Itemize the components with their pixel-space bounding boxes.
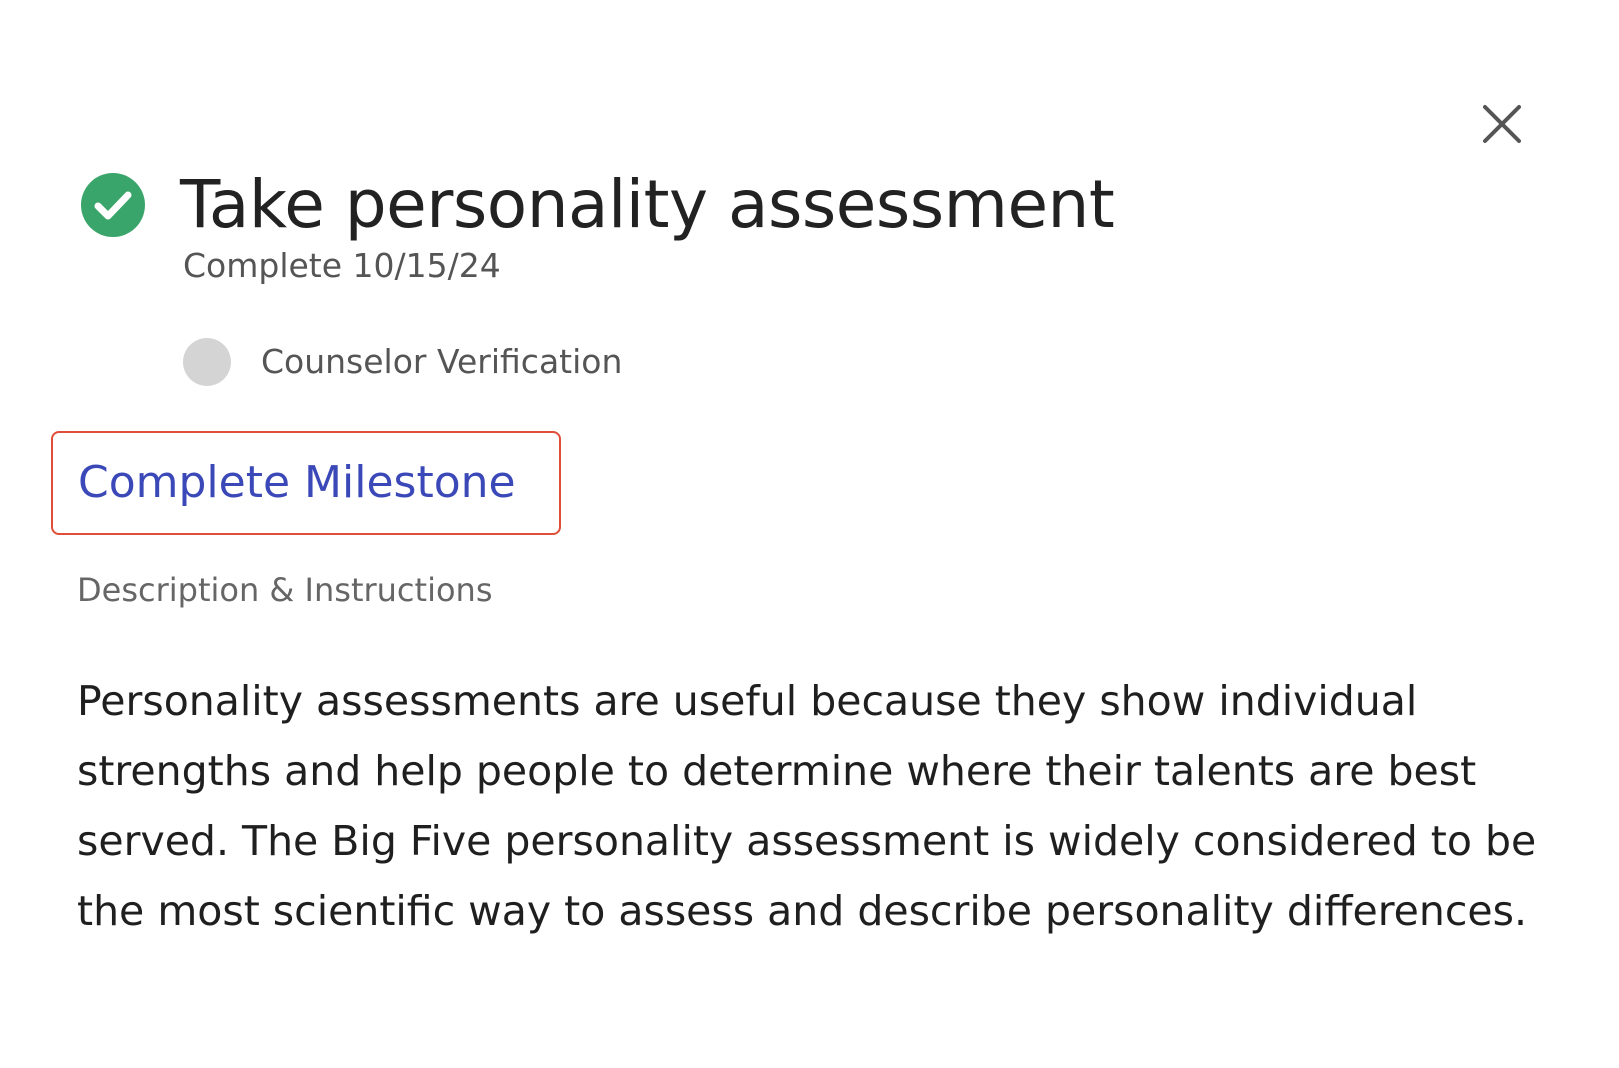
complete-milestone-label: Complete Milestone bbox=[78, 457, 516, 508]
milestone-title: Take personality assessment bbox=[180, 166, 1115, 243]
close-icon bbox=[1483, 105, 1521, 143]
title-row: Take personality assessment bbox=[80, 165, 1115, 245]
milestone-description: Personality assessments are useful becau… bbox=[77, 677, 1537, 935]
complete-milestone-button[interactable]: Complete Milestone bbox=[51, 431, 561, 535]
counselor-verification: Counselor Verification bbox=[183, 338, 622, 386]
close-button[interactable] bbox=[1476, 98, 1528, 150]
pending-status-dot bbox=[183, 338, 231, 386]
check-circle-icon bbox=[81, 173, 145, 237]
milestone-detail-panel: Take personality assessment Complete 10/… bbox=[0, 0, 1619, 1068]
verification-label: Counselor Verification bbox=[261, 342, 623, 381]
completion-status: Complete 10/15/24 bbox=[183, 246, 501, 285]
description-section-label: Description & Instructions bbox=[77, 571, 493, 609]
